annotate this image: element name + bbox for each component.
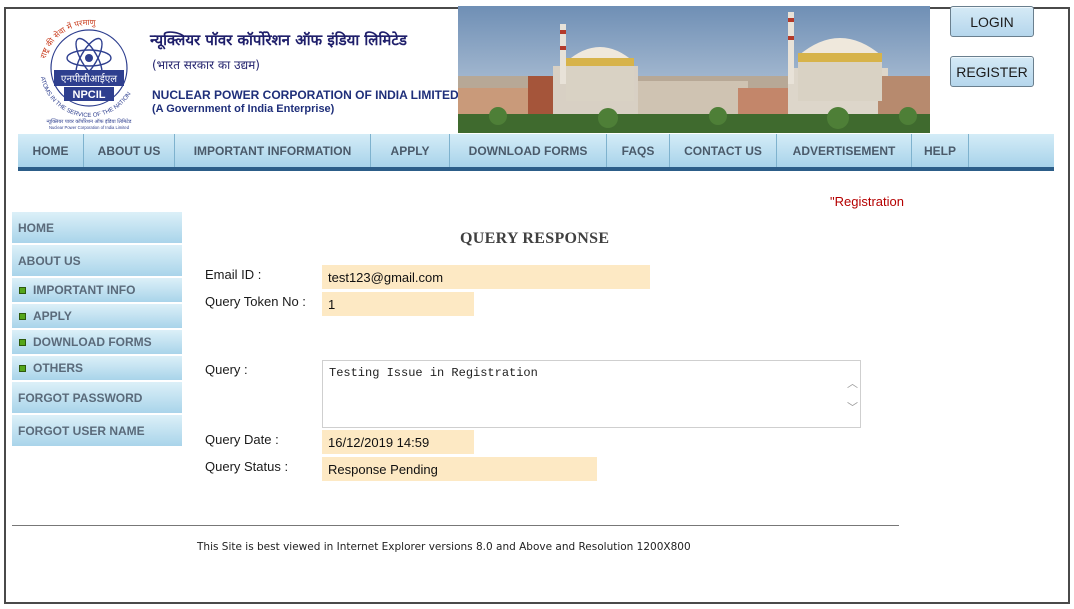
chevron-down-icon[interactable]: ﹀ bbox=[847, 399, 858, 415]
token-value: 1 bbox=[322, 292, 474, 316]
nav-help[interactable]: HELP bbox=[912, 134, 969, 167]
sidebar-item-label: APPLY bbox=[33, 309, 72, 323]
email-label: Email ID : bbox=[205, 267, 262, 282]
sidebar-item-forgot-password[interactable]: FORGOT PASSWORD bbox=[12, 382, 182, 415]
login-button[interactable]: LOGIN bbox=[950, 6, 1034, 37]
email-value: test123@gmail.com bbox=[322, 265, 650, 289]
logo-caption-en: Nuclear Power Corporation of India Limit… bbox=[49, 125, 130, 130]
sidebar-item-forgot-user-name[interactable]: FORGOT USER NAME bbox=[12, 415, 182, 448]
register-button[interactable]: REGISTER bbox=[950, 56, 1034, 87]
sidebar-item-important-info[interactable]: IMPORTANT INFO bbox=[12, 278, 182, 304]
query-text: Testing Issue in Registration bbox=[329, 366, 538, 380]
sidebar-item-download-forms[interactable]: DOWNLOAD FORMS bbox=[12, 330, 182, 356]
sidebar-item-apply[interactable]: APPLY bbox=[12, 304, 182, 330]
nav-apply[interactable]: APPLY bbox=[371, 134, 450, 167]
nav-about-us[interactable]: ABOUT US bbox=[84, 134, 175, 167]
page-title: QUERY RESPONSE bbox=[460, 230, 610, 247]
nav-download-forms[interactable]: DOWNLOAD FORMS bbox=[450, 134, 607, 167]
logo-hindi-abbr: एनपीसीआईएल bbox=[61, 73, 117, 85]
green-bullet-icon bbox=[19, 312, 26, 320]
sidebar-item-label: FORGOT PASSWORD bbox=[18, 390, 143, 405]
nav-contact-us[interactable]: CONTACT US bbox=[670, 134, 777, 167]
status-value: Response Pending bbox=[322, 457, 597, 481]
status-label: Query Status : bbox=[205, 459, 289, 474]
date-label: Query Date : bbox=[205, 432, 279, 447]
sidebar-item-label: HOME bbox=[18, 220, 54, 235]
sidebar: HOME ABOUT US IMPORTANT INFO APPLY DOWNL… bbox=[12, 212, 182, 448]
green-bullet-icon bbox=[19, 364, 26, 372]
registration-marquee: "Registration bbox=[830, 194, 904, 209]
nav-advertisement[interactable]: ADVERTISEMENT bbox=[777, 134, 912, 167]
sidebar-item-label: OTHERS bbox=[33, 361, 84, 375]
token-label: Query Token No : bbox=[205, 294, 306, 309]
sidebar-item-label: IMPORTANT INFO bbox=[33, 283, 136, 297]
sidebar-item-label: DOWNLOAD FORMS bbox=[33, 335, 152, 349]
logo-abbr: NPCIL bbox=[73, 89, 106, 101]
sidebar-item-label: ABOUT US bbox=[18, 253, 81, 268]
nav-home[interactable]: HOME bbox=[18, 134, 84, 167]
main-nav: HOME ABOUT US IMPORTANT INFORMATION APPL… bbox=[18, 134, 1054, 171]
query-label: Query : bbox=[205, 362, 248, 377]
nav-important-information[interactable]: IMPORTANT INFORMATION bbox=[175, 134, 371, 167]
green-bullet-icon bbox=[19, 286, 26, 294]
sidebar-item-others[interactable]: OTHERS bbox=[12, 356, 182, 382]
org-subtitle-english: (A Government of India Enterprise) bbox=[152, 103, 335, 115]
sidebar-item-label: FORGOT USER NAME bbox=[18, 423, 145, 438]
footer-divider bbox=[12, 525, 899, 526]
org-name-english: NUCLEAR POWER CORPORATION OF INDIA LIMIT… bbox=[152, 88, 459, 102]
sidebar-item-home[interactable]: HOME bbox=[12, 212, 182, 245]
chevron-up-icon[interactable]: ︿ bbox=[847, 375, 858, 391]
green-bullet-icon bbox=[19, 338, 26, 346]
nav-faqs[interactable]: FAQS bbox=[607, 134, 670, 167]
npcil-logo: एनपीसीआईएल NPCIL राष्ट्र की सेवा में परम… bbox=[39, 18, 133, 130]
org-subtitle-hindi: (भारत सरकार का उद्यम) bbox=[152, 58, 260, 72]
query-textarea[interactable]: Testing Issue in Registration ︿ ﹀ bbox=[322, 360, 861, 428]
date-value: 16/12/2019 14:59 bbox=[322, 430, 474, 454]
power-plant-banner-image bbox=[458, 6, 930, 133]
logo-caption-hindi: न्यूक्लियर पावर कॉर्पोरेशन ऑफ इंडिया लिम… bbox=[47, 118, 132, 125]
sidebar-item-about-us[interactable]: ABOUT US bbox=[12, 245, 182, 278]
org-name-hindi: न्यूक्लियर पॉवर कॉर्पोरेशन ऑफ इंडिया लिम… bbox=[150, 31, 407, 49]
footer-note: This Site is best viewed in Internet Exp… bbox=[197, 541, 691, 553]
